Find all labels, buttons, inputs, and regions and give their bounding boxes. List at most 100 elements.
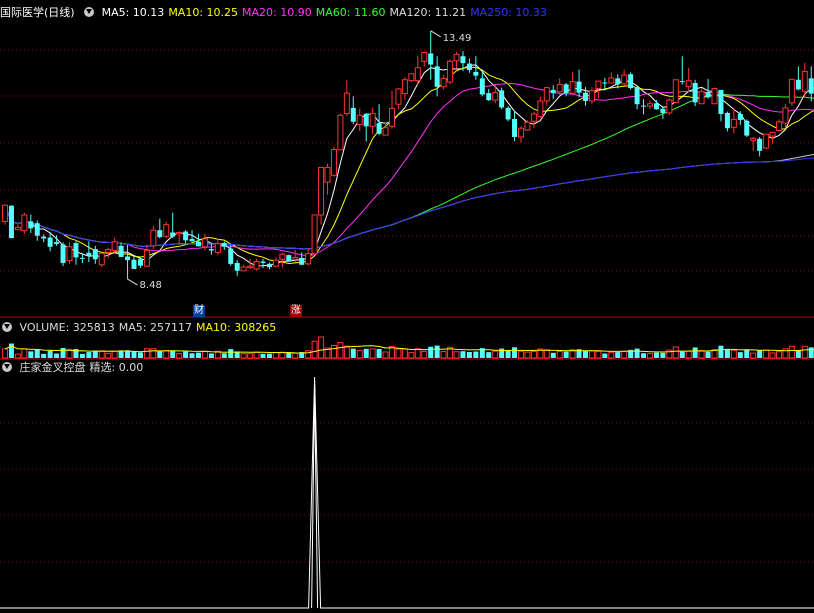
candle-body [524, 121, 531, 131]
candle-body [666, 99, 673, 114]
candle [705, 78, 711, 99]
candle [343, 80, 350, 117]
volume-bar [634, 348, 640, 358]
candle [641, 99, 647, 115]
candle-body [473, 71, 479, 76]
ma-legend-item-3: MA60: 11.60 [315, 6, 386, 19]
candle-body [499, 90, 505, 108]
candle [337, 113, 344, 151]
volume-bar [54, 353, 60, 358]
candle-body [543, 87, 550, 102]
limit-up-tag[interactable]: 涨 [290, 305, 302, 317]
candle [628, 72, 634, 90]
volume-bar [92, 350, 98, 358]
candle-body [808, 78, 814, 94]
candle-body [763, 133, 770, 149]
candle-body [556, 83, 563, 93]
candle [14, 224, 21, 231]
candle [41, 234, 47, 243]
volume-bar [724, 349, 730, 358]
candle [447, 59, 454, 85]
candle [28, 214, 34, 233]
volume-bar [512, 347, 518, 358]
volume-bar [292, 352, 299, 359]
volume-bar [550, 352, 556, 358]
volume-bar [518, 350, 524, 359]
candle-body [137, 259, 143, 266]
candle [537, 96, 544, 119]
volume-bar [369, 348, 376, 359]
candle-body [183, 231, 189, 241]
candle [330, 146, 337, 177]
candle [414, 55, 421, 85]
volume-bar [672, 346, 679, 359]
candle-body [724, 112, 730, 129]
candle-body [266, 263, 272, 268]
volume-bar [718, 345, 724, 358]
volume-bar [543, 349, 550, 359]
dropdown-icon[interactable] [2, 362, 12, 372]
volume-legend-item-0: VOLUME: 325813 [19, 321, 115, 334]
volume-bar [401, 348, 408, 359]
candle-body [105, 249, 112, 253]
candle [157, 218, 163, 239]
financial-report-tag[interactable]: 财 [193, 305, 205, 317]
volume-bar [730, 349, 737, 359]
ma-legend-item-4: MA120: 11.21 [389, 6, 467, 19]
candle [221, 241, 227, 251]
candle-body [157, 230, 163, 238]
candle [466, 58, 472, 73]
candle [588, 87, 595, 104]
candle-body [408, 73, 415, 82]
candle-body [240, 266, 247, 272]
volume-bar [111, 350, 118, 359]
volume-bar [163, 350, 170, 359]
volume-bar [440, 351, 447, 359]
candle [369, 107, 376, 135]
candle-body [750, 137, 757, 142]
candle [428, 30, 434, 80]
dropdown-icon[interactable] [2, 322, 12, 332]
candle-body [730, 118, 737, 128]
volume-bar [621, 350, 628, 359]
volume-bar [150, 348, 157, 359]
volume-bar [801, 345, 808, 359]
candle-body [788, 78, 795, 104]
volume-bar [176, 353, 183, 359]
candle [395, 88, 402, 110]
candle [318, 166, 325, 225]
candle-body [363, 113, 369, 127]
candle-body [350, 107, 356, 122]
volume-bars [2, 336, 814, 359]
candle [672, 79, 679, 104]
candle-body [421, 52, 428, 62]
candle-body [201, 238, 208, 248]
candle [543, 86, 550, 106]
volume-bar [750, 352, 757, 359]
candle [524, 120, 531, 131]
candle [234, 260, 240, 276]
candle-body [356, 114, 363, 126]
candle-body [234, 262, 240, 271]
volume-bar [350, 348, 356, 358]
volume-bar [685, 350, 692, 359]
candle [647, 100, 653, 110]
volume-bar [201, 350, 208, 359]
candle-body [401, 79, 408, 95]
candle [576, 69, 582, 98]
high-price-label: 13.49 [443, 33, 472, 44]
candle [279, 252, 286, 268]
candle [163, 221, 170, 239]
dropdown-icon[interactable] [84, 7, 95, 17]
volume-bar [157, 351, 163, 358]
candle-body [260, 261, 266, 263]
candle [272, 257, 279, 268]
candle-body [595, 80, 602, 90]
ma-legend: MA5: 10.13 MA10: 10.25 MA20: 10.90 MA60: 11… [102, 6, 551, 19]
volume-bar [782, 348, 789, 359]
candle [744, 119, 750, 137]
candle [324, 163, 331, 195]
candle [34, 220, 40, 241]
candle-body [253, 261, 260, 270]
candle [512, 110, 518, 142]
